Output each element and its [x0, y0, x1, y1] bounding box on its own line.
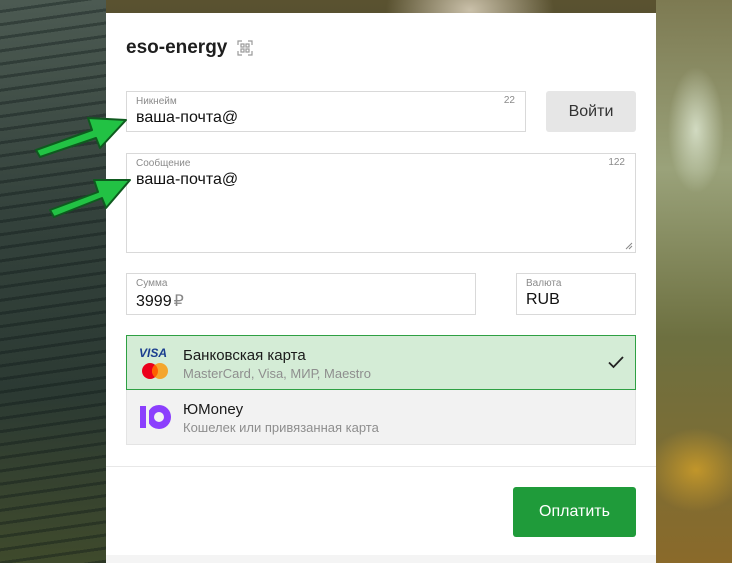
- background-right: [656, 0, 732, 563]
- amount-value: 3999: [136, 293, 172, 310]
- amount-label: Сумма: [136, 278, 168, 289]
- currency-value[interactable]: RUB: [526, 291, 560, 309]
- nickname-counter: 22: [503, 95, 515, 106]
- background-left: [0, 0, 106, 563]
- message-field[interactable]: Сообщение 122 ваша-почта@: [126, 153, 636, 253]
- nickname-field[interactable]: Никнейм 22 ваша-почта@: [126, 91, 526, 132]
- yoomoney-subtitle: Кошелек или привязанная карта: [183, 420, 379, 435]
- bottom-strip: [106, 555, 656, 563]
- resize-handle-icon[interactable]: [625, 242, 633, 250]
- divider: [106, 466, 656, 467]
- login-button[interactable]: Войти: [546, 91, 636, 132]
- green-arrow-icon: [49, 179, 131, 218]
- message-input[interactable]: ваша-почта@: [136, 171, 238, 189]
- amount-input[interactable]: 3999 ₽: [136, 291, 184, 311]
- brand-name: eso-energy: [126, 37, 228, 58]
- currency-field[interactable]: Валюта RUB: [516, 273, 636, 315]
- currency-label: Валюта: [526, 278, 562, 289]
- ruble-symbol: ₽: [173, 293, 184, 310]
- green-arrow-icon: [35, 117, 127, 158]
- pay-button[interactable]: Оплатить: [513, 487, 636, 537]
- qr-scan-icon[interactable]: [237, 40, 253, 56]
- nickname-label: Никнейм: [136, 96, 177, 107]
- visa-logo-text: VISA: [139, 346, 167, 360]
- bank-card-subtitle: MasterCard, Visa, МИР, Maestro: [183, 366, 371, 381]
- nickname-input[interactable]: ваша-почта@: [136, 109, 238, 127]
- message-label: Сообщение: [136, 158, 191, 169]
- payment-option-bank-card[interactable]: VISA Банковская карта MasterCard, Visa, …: [126, 335, 636, 390]
- payment-option-yoomoney[interactable]: ЮMoney Кошелек или привязанная карта: [126, 390, 636, 445]
- yoomoney-logo-icon: [137, 398, 173, 436]
- yoomoney-title: ЮMoney: [183, 401, 244, 418]
- message-counter: 122: [608, 157, 625, 168]
- payment-card: eso-energy Никнейм 22 ваша-почта@ Войти …: [106, 13, 656, 563]
- amount-field[interactable]: Сумма 3999 ₽: [126, 273, 476, 315]
- bank-card-title: Банковская карта: [183, 347, 306, 364]
- checkmark-icon: [608, 356, 624, 369]
- visa-mastercard-logo-icon: VISA: [137, 344, 173, 382]
- brand-header: eso-energy: [126, 37, 253, 59]
